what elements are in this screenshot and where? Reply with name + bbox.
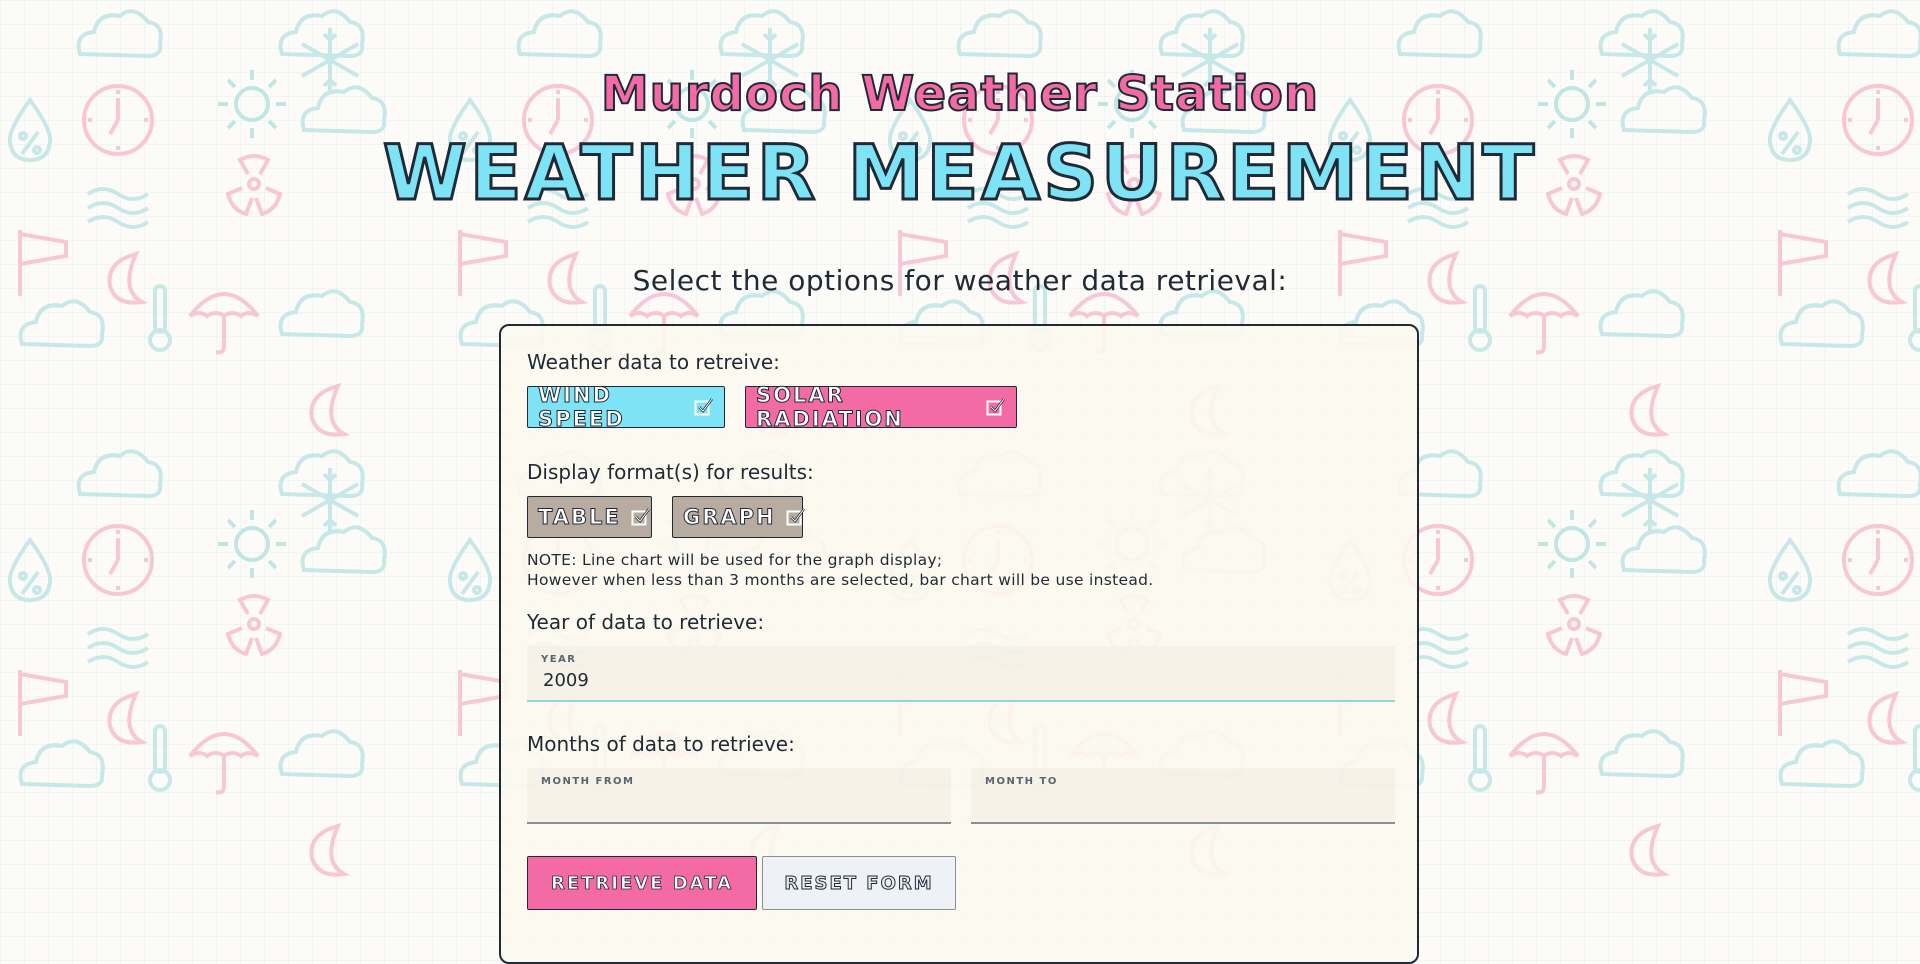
solar-radiation-label: SOLAR RADIATION <box>756 383 904 432</box>
graph-note-line-2: However when less than 3 months are sele… <box>527 571 1154 589</box>
retrieve-data-button[interactable]: RETRIEVE DATA <box>527 856 757 910</box>
year-field[interactable]: YEAR 2009 <box>527 646 1395 702</box>
form-prompt: Select the options for weather data retr… <box>632 264 1288 297</box>
month-to-label: MONTH TO <box>985 776 1058 787</box>
checkbox-checked-icon <box>694 397 714 417</box>
months-section-label: Months of data to retrieve: <box>527 732 795 756</box>
data-section-label: Weather data to retreive: <box>527 350 780 374</box>
reset-form-button[interactable]: RESET FORM <box>762 856 956 910</box>
graph-note-line-1: NOTE: Line chart will be used for the gr… <box>527 551 943 569</box>
year-value[interactable]: 2009 <box>543 670 589 691</box>
graph-format-label: GRAPH <box>683 505 776 530</box>
graph-note: NOTE: Line chart will be used for the gr… <box>527 550 1154 590</box>
checkbox-checked-icon <box>986 397 1006 417</box>
checkbox-checked-icon <box>631 507 651 527</box>
checkbox-checked-icon <box>786 507 806 527</box>
month-from-label: MONTH FROM <box>541 776 635 787</box>
month-to-select[interactable]: MONTH TO <box>971 768 1395 824</box>
format-section-label: Display format(s) for results: <box>527 460 814 484</box>
page: Murdoch Weather Station WEATHER MEASUREM… <box>0 0 1920 964</box>
wind-speed-label: WIND SPEED <box>538 383 625 432</box>
solar-radiation-checkbox[interactable]: SOLAR RADIATION <box>745 383 1017 432</box>
station-name: Murdoch Weather Station <box>600 65 1319 123</box>
table-format-label: TABLE <box>538 505 621 530</box>
graph-format-checkbox[interactable]: GRAPH <box>672 496 806 538</box>
retrieval-form: Weather data to retreive: WIND SPEED SOL… <box>499 324 1419 964</box>
page-title: WEATHER MEASUREMENT <box>381 127 1538 219</box>
year-field-label: YEAR <box>541 654 577 665</box>
year-section-label: Year of data to retrieve: <box>527 610 765 634</box>
month-from-select[interactable]: MONTH FROM <box>527 768 951 824</box>
table-format-checkbox[interactable]: TABLE <box>527 496 652 538</box>
wind-speed-checkbox[interactable]: WIND SPEED <box>527 383 725 432</box>
